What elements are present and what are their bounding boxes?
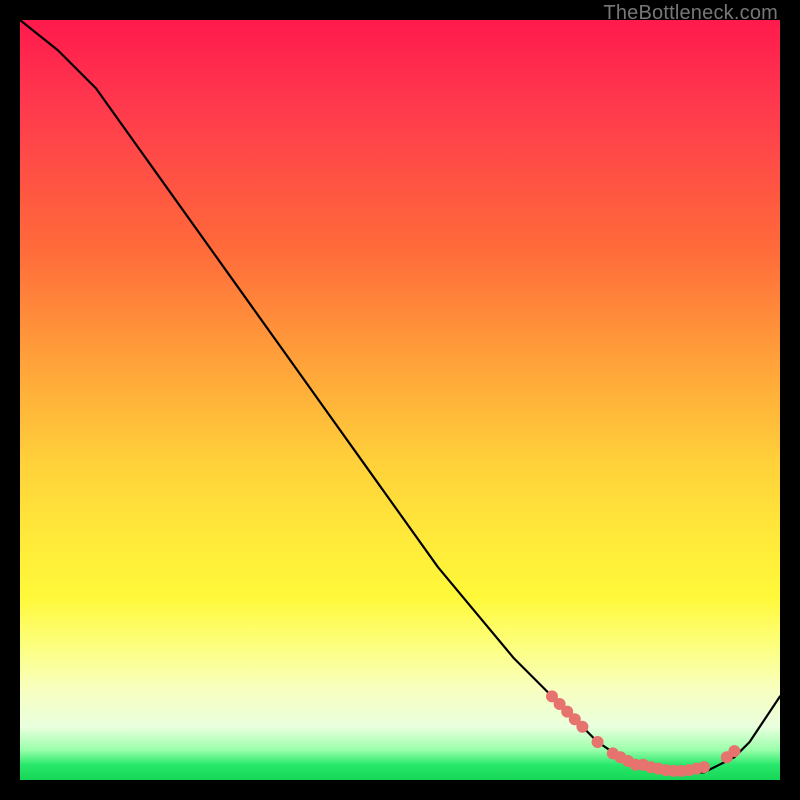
attribution-label: TheBottleneck.com [603, 2, 778, 25]
curve-svg [20, 20, 780, 780]
plot-area [20, 20, 780, 780]
chart-frame: TheBottleneck.com [0, 0, 800, 800]
highlight-dot [592, 737, 603, 748]
highlight-dot [577, 721, 588, 732]
main-curve [20, 20, 780, 772]
highlight-dot [699, 762, 710, 773]
highlight-dots-group [547, 691, 740, 777]
highlight-dot [729, 746, 740, 757]
